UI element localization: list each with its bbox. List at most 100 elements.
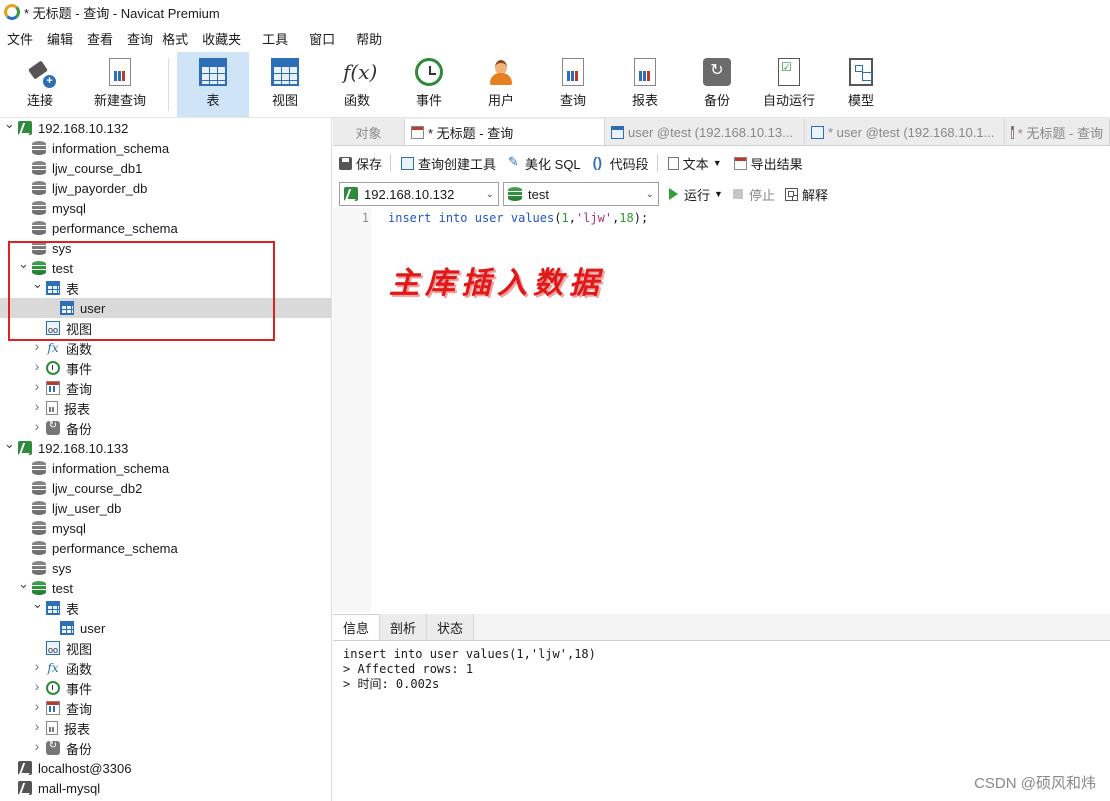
- event-button[interactable]: 事件: [393, 52, 465, 117]
- tree-connection-localhost[interactable]: localhost@3306: [0, 758, 331, 778]
- text-dropdown-button[interactable]: 文本 ▼: [667, 154, 722, 173]
- tree-queries-node[interactable]: 查询: [0, 698, 331, 718]
- tree-db-test[interactable]: test: [0, 578, 331, 598]
- tab-profile[interactable]: 剖析: [380, 614, 428, 640]
- menu-query[interactable]: 查询: [120, 29, 155, 48]
- tree-db-sys[interactable]: sys: [0, 238, 331, 258]
- tree-db-information-schema[interactable]: information_schema: [0, 458, 331, 478]
- menu-tools[interactable]: 工具: [255, 29, 302, 48]
- database-select[interactable]: test ⌄: [503, 182, 659, 206]
- report-button[interactable]: 报表: [609, 52, 681, 117]
- export-results-button[interactable]: 导出结果: [733, 154, 803, 173]
- tree-db-mysql[interactable]: mysql: [0, 198, 331, 218]
- tab-objects[interactable]: 对象: [333, 119, 405, 145]
- tree-backups-node[interactable]: 备份: [0, 418, 331, 438]
- menu-help[interactable]: 帮助: [349, 29, 389, 48]
- chevron-right-icon[interactable]: [32, 663, 42, 673]
- table-button[interactable]: 表: [177, 52, 249, 117]
- user-button[interactable]: 用户: [465, 52, 537, 117]
- tree-views-node[interactable]: 视图: [0, 638, 331, 658]
- tree-db-ljw-course-db1[interactable]: ljw_course_db1: [0, 158, 331, 178]
- db-name: test: [52, 580, 73, 596]
- tree-db-performance-schema[interactable]: performance_schema: [0, 538, 331, 558]
- tree-functions-node[interactable]: fx 函数: [0, 338, 331, 358]
- tree-tables-node[interactable]: 表: [0, 278, 331, 298]
- output-line: > 时间: 0.002s: [343, 677, 440, 691]
- connect-button[interactable]: 连接: [0, 52, 80, 117]
- beautify-sql-button[interactable]: 美化 SQL: [508, 154, 581, 173]
- new-query-button[interactable]: 新建查询: [80, 52, 160, 117]
- function-icon: fx: [47, 341, 59, 355]
- sql-editor[interactable]: 1 insert into user values(1,'ljw',18); 主…: [333, 208, 1110, 612]
- tab-user-test-2[interactable]: * user @test (192.168.10.1...: [805, 119, 1005, 145]
- chevron-right-icon[interactable]: [32, 703, 42, 713]
- chevron-down-icon[interactable]: [32, 283, 42, 293]
- chevron-down-icon[interactable]: [18, 583, 28, 593]
- chevron-right-icon[interactable]: [32, 723, 42, 733]
- view-button[interactable]: 视图: [249, 52, 321, 117]
- tree-views-node[interactable]: 视图: [0, 318, 331, 338]
- tree-db-mysql[interactable]: mysql: [0, 518, 331, 538]
- explain-button[interactable]: 解释: [784, 185, 828, 204]
- chevron-down-icon[interactable]: [18, 263, 28, 273]
- tree-functions-node[interactable]: fx 函数: [0, 658, 331, 678]
- query-builder-button[interactable]: 查询创建工具: [401, 154, 496, 173]
- tab-untitled-query-2[interactable]: * 无标题 - 查询: [1005, 119, 1110, 145]
- tree-tables-node[interactable]: 表: [0, 598, 331, 618]
- chevron-right-icon[interactable]: [32, 423, 42, 433]
- chevron-down-icon[interactable]: [32, 603, 42, 613]
- tree-db-test[interactable]: test: [0, 258, 331, 278]
- chevron-right-icon[interactable]: [32, 363, 42, 373]
- tree-reports-node[interactable]: 报表: [0, 398, 331, 418]
- tree-connection-192-168-10-132[interactable]: 192.168.10.132: [0, 118, 331, 138]
- db-name: information_schema: [52, 460, 170, 476]
- tree-db-performance-schema[interactable]: performance_schema: [0, 218, 331, 238]
- menu-favorites[interactable]: 收藏夹: [195, 29, 255, 48]
- tree-backups-node[interactable]: 备份: [0, 738, 331, 758]
- menu-window[interactable]: 窗口: [302, 29, 349, 48]
- auto-run-button[interactable]: 自动运行: [753, 52, 825, 117]
- chevron-down-icon[interactable]: [4, 443, 14, 453]
- tree-events-node[interactable]: 事件: [0, 358, 331, 378]
- menu-edit[interactable]: 编辑: [40, 29, 80, 48]
- chevron-right-icon[interactable]: [32, 683, 42, 693]
- menu-view[interactable]: 查看: [80, 29, 120, 48]
- tab-user-test-1[interactable]: user @test (192.168.10.13...: [605, 119, 805, 145]
- tree-db-sys[interactable]: sys: [0, 558, 331, 578]
- run-button[interactable]: 运行 ▼: [669, 185, 723, 204]
- model-button[interactable]: 模型: [825, 52, 897, 117]
- connection-select[interactable]: 192.168.10.132 ⌄: [339, 182, 499, 206]
- stop-button[interactable]: 停止: [732, 185, 775, 204]
- menu-file[interactable]: 文件: [0, 29, 40, 48]
- tree-queries-node[interactable]: 查询: [0, 378, 331, 398]
- backup-button[interactable]: 备份: [681, 52, 753, 117]
- chevron-right-icon[interactable]: [32, 403, 42, 413]
- save-button[interactable]: 保存: [339, 154, 382, 173]
- chevron-right-icon[interactable]: [32, 743, 42, 753]
- tree-db-information-schema[interactable]: information_schema: [0, 138, 331, 158]
- tree-connection-192-168-10-133[interactable]: 192.168.10.133: [0, 438, 331, 458]
- menu-format[interactable]: 格式: [155, 29, 195, 48]
- tree-db-ljw-user-db[interactable]: ljw_user_db: [0, 498, 331, 518]
- code-snippet-button[interactable]: 代码段: [593, 154, 649, 173]
- tree-reports-node[interactable]: 报表: [0, 718, 331, 738]
- line-number: 1: [361, 211, 369, 225]
- tree-db-ljw-course-db2[interactable]: ljw_course_db2: [0, 478, 331, 498]
- view-label: 视图: [271, 93, 298, 108]
- tree-table-user[interactable]: user: [0, 618, 331, 638]
- tree-db-ljw-payorder-db[interactable]: ljw_payorder_db: [0, 178, 331, 198]
- table-icon: [199, 58, 227, 86]
- tab-untitled-query[interactable]: * 无标题 - 查询: [405, 119, 605, 145]
- query-button[interactable]: 查询: [537, 52, 609, 117]
- chevron-right-icon[interactable]: [32, 343, 42, 353]
- tab-status[interactable]: 状态: [427, 614, 475, 640]
- tree-table-user[interactable]: user: [0, 298, 331, 318]
- tree-events-node[interactable]: 事件: [0, 678, 331, 698]
- tab-info[interactable]: 信息: [333, 614, 381, 640]
- sql-code-line[interactable]: insert into user values(1,'ljw',18);: [388, 211, 648, 225]
- chevron-right-icon[interactable]: [32, 383, 42, 393]
- chevron-down-icon[interactable]: [4, 123, 14, 133]
- database-select-value: test: [528, 186, 549, 202]
- function-button[interactable]: f(x) 函数: [321, 52, 393, 117]
- tree-connection-mall-mysql[interactable]: mall-mysql: [0, 778, 331, 798]
